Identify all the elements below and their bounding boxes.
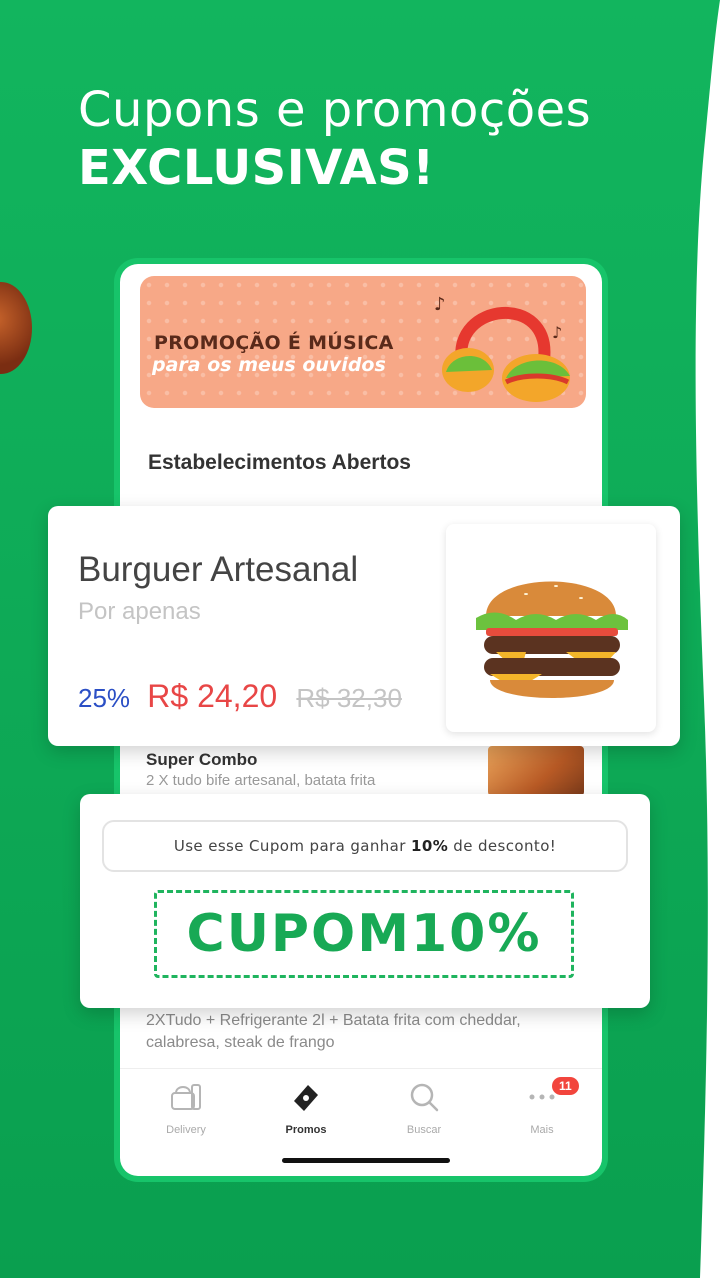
coupon-hint: Use esse Cupom para ganhar 10% de descon… xyxy=(102,820,628,872)
tab-mais-label: Mais xyxy=(530,1124,554,1136)
svg-text:♪: ♪ xyxy=(434,294,446,315)
tab-buscar-label: Buscar xyxy=(406,1124,442,1136)
tab-delivery[interactable]: Delivery xyxy=(136,1079,236,1136)
coupon-hint-prefix: Use esse Cupom para ganhar xyxy=(173,837,412,855)
coupon-card[interactable]: Use esse Cupom para ganhar 10% de descon… xyxy=(80,794,650,1008)
tab-mais[interactable]: 11 Mais xyxy=(492,1077,592,1136)
tab-delivery-label: Delivery xyxy=(166,1124,206,1136)
tab-promos[interactable]: Promos xyxy=(256,1079,356,1136)
coupon-code-box[interactable]: CUPOM10% xyxy=(154,890,574,978)
svg-text:♪: ♪ xyxy=(552,323,562,342)
notification-badge: 11 xyxy=(552,1077,579,1095)
ticket-icon xyxy=(294,1085,318,1111)
headline-line1: Cupons e promoções xyxy=(78,82,592,138)
bottom-tab-bar: Delivery Promos Buscar 11 Mais xyxy=(120,1068,602,1142)
current-price: R$ 24,20 xyxy=(147,678,278,714)
section-title: Estabelecimentos Abertos xyxy=(148,451,411,474)
headline: Cupons e promoções EXCLUSIVAS! xyxy=(78,82,591,196)
tab-promos-label: Promos xyxy=(285,1124,327,1136)
product-name: Burguer Artesanal xyxy=(78,550,359,589)
home-indicator xyxy=(282,1158,450,1163)
price-row: 25% R$ 24,20 R$ 32,30 xyxy=(78,678,402,715)
featured-product-card[interactable]: Burguer Artesanal Por apenas 25% R$ 24,2… xyxy=(48,506,680,746)
product-image xyxy=(446,524,656,732)
headphones-taco-icon: ♪ ♪ xyxy=(434,294,570,402)
list-item-title: Super Combo xyxy=(146,750,258,769)
coupon-hint-suffix: de desconto! xyxy=(448,837,557,855)
old-price: R$ 32,30 xyxy=(296,683,402,713)
list-item[interactable]: Super Combo 2 X tudo bife artesanal, bat… xyxy=(146,750,375,789)
discount-percent: 25% xyxy=(78,683,131,713)
product-subtitle: Por apenas xyxy=(78,598,201,625)
list-item-description: 2XTudo + Refrigerante 2l + Batata frita … xyxy=(146,1012,521,1051)
coupon-code: CUPOM10% xyxy=(186,904,542,964)
list-item-description: 2 X tudo bife artesanal, batata frita xyxy=(146,772,376,789)
banner-subtitle: para os meus ouvidos xyxy=(152,354,386,376)
promo-banner[interactable]: PROMOÇÃO É MÚSICA para os meus ouvidos ♪… xyxy=(140,276,586,408)
list-item-thumbnail xyxy=(488,746,584,796)
coupon-hint-percent: 10% xyxy=(411,837,449,855)
burger-image xyxy=(476,581,628,698)
search-icon xyxy=(410,1083,439,1112)
tab-buscar[interactable]: Buscar xyxy=(374,1079,474,1136)
banner-title: PROMOÇÃO É MÚSICA xyxy=(154,332,394,354)
delivery-icon xyxy=(171,1084,201,1110)
headline-line2: EXCLUSIVAS! xyxy=(78,140,435,196)
